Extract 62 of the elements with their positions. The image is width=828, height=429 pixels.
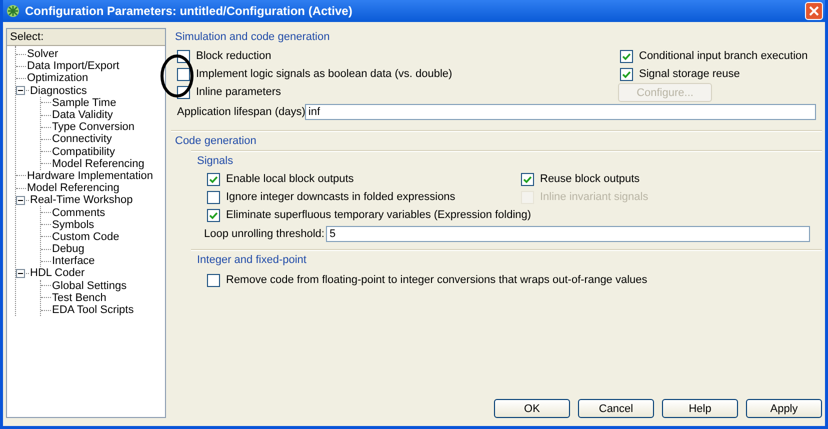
- loop-threshold-field[interactable]: 5: [326, 226, 810, 242]
- tree-item[interactable]: Solver: [27, 48, 58, 60]
- tree-item[interactable]: HDL Coder: [30, 267, 85, 280]
- tree-item[interactable]: Global Settings: [52, 280, 127, 292]
- tree-item[interactable]: Diagnostics: [30, 84, 87, 97]
- tree-item[interactable]: Compatibility: [52, 146, 115, 158]
- close-button[interactable]: [805, 2, 823, 20]
- checkbox-label: Enable local block outputs: [226, 172, 354, 188]
- collapse-icon[interactable]: [16, 86, 25, 96]
- dialog-button[interactable]: Apply: [746, 399, 822, 418]
- tree-item[interactable]: Test Bench: [52, 292, 106, 304]
- tree-item[interactable]: Custom Code: [52, 230, 120, 243]
- dialog-button[interactable]: Help: [662, 399, 738, 418]
- app-icon: [5, 3, 21, 19]
- tree-item[interactable]: Comments: [52, 206, 106, 219]
- checkbox-label: Implement logic signals as boolean data (vs. double): [196, 66, 452, 82]
- field-label: Application lifespan (days): [177, 105, 306, 120]
- checkbox[interactable]: [521, 173, 534, 186]
- section-heading: Code generation: [171, 130, 822, 148]
- checkbox[interactable]: [207, 209, 220, 222]
- tree-item[interactable]: Real-Time Workshop: [30, 194, 133, 206]
- subsection-heading: Signals: [191, 150, 822, 168]
- checkbox[interactable]: [207, 191, 220, 204]
- close-icon: [809, 6, 819, 16]
- section-heading: Simulation and code generation: [174, 30, 331, 44]
- collapse-icon[interactable]: [16, 268, 25, 278]
- tree-item[interactable]: Optimization: [27, 72, 88, 84]
- checkbox[interactable]: [620, 68, 633, 80]
- tree-item[interactable]: EDA Tool Scripts: [52, 304, 134, 316]
- window-title: Configuration Parameters: untitled/Configuration (Active): [25, 3, 352, 20]
- checkbox-label: Inline parameters: [196, 84, 281, 100]
- dialog-button[interactable]: Cancel: [578, 399, 654, 418]
- checkbox[interactable]: [207, 173, 220, 186]
- tree-item[interactable]: Hardware Implementation: [27, 170, 153, 182]
- subsection-heading: Integer and fixed-point: [191, 250, 822, 267]
- annotation-ellipse: [160, 54, 194, 98]
- lifespan-field[interactable]: inf: [305, 104, 816, 120]
- checkbox-label: Inline invariant signals: [540, 190, 648, 206]
- checkbox-label: Reuse block outputs: [540, 172, 640, 188]
- tree-item[interactable]: Connectivity: [52, 133, 112, 146]
- tree-item[interactable]: Sample Time: [52, 96, 116, 109]
- checkbox[interactable]: [177, 68, 190, 80]
- dialog-button[interactable]: OK: [494, 399, 570, 418]
- checkbox-label: Ignore integer downcasts in folded expressions: [226, 190, 456, 206]
- checkbox-label: Remove code from floating-point to integer conversions that wraps out-of-range values: [226, 272, 648, 288]
- checkbox-label: Conditional input branch execution: [639, 48, 808, 64]
- checkbox[interactable]: [620, 50, 633, 62]
- tree-item[interactable]: Model Referencing: [52, 158, 144, 170]
- checkbox-label: Block reduction: [196, 48, 272, 64]
- tree-header: Select:: [7, 29, 165, 46]
- tree-item[interactable]: Interface: [52, 255, 95, 268]
- tree-item[interactable]: Data Validity: [52, 109, 113, 122]
- tree-item[interactable]: Model Referencing: [27, 182, 120, 194]
- checkbox-label: Signal storage reuse: [639, 66, 740, 82]
- tree-item[interactable]: Symbols: [52, 218, 94, 231]
- checkbox[interactable]: [207, 274, 220, 286]
- collapse-icon[interactable]: [16, 196, 25, 205]
- tree-item[interactable]: Debug: [52, 243, 84, 256]
- field-label: Loop unrolling threshold:: [204, 226, 324, 242]
- tree-item[interactable]: Type Conversion: [52, 121, 135, 134]
- checkbox-label: Eliminate superfluous temporary variables (Expression folding): [226, 208, 532, 224]
- tree-item[interactable]: Data Import/Export: [27, 60, 120, 72]
